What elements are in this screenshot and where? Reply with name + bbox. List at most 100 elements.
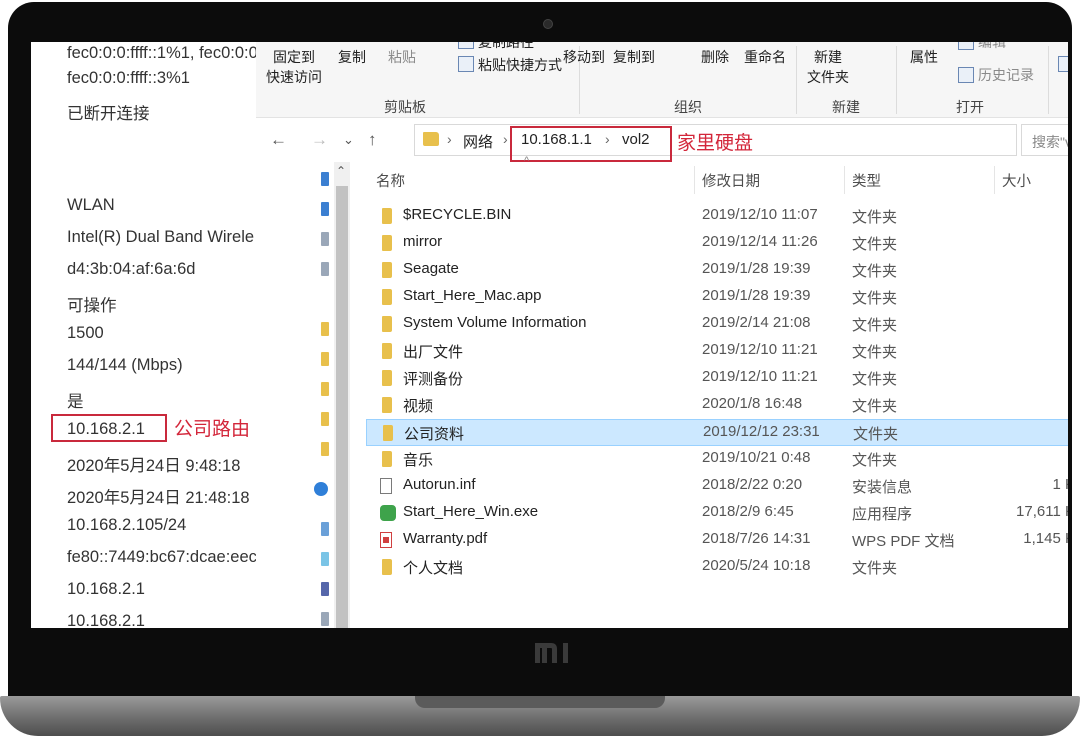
folder-icon (382, 262, 392, 278)
folder-icon[interactable] (321, 352, 329, 366)
new-folder-button[interactable]: 新建 文件夹 (807, 47, 849, 87)
history-icon (958, 67, 974, 83)
file-name: $RECYCLE.BIN (403, 206, 512, 223)
file-row[interactable]: System Volume Information 2019/2/14 21:08… (366, 311, 1068, 338)
file-row[interactable]: 音乐 2019/10/21 0:48 文件夹 (366, 446, 1068, 473)
webcam-icon (543, 19, 553, 29)
file-row[interactable]: Start_Here_Mac.app 2019/1/28 19:39 文件夹 (366, 284, 1068, 311)
folder-icon (382, 208, 392, 224)
file-row[interactable]: 评测备份 2019/12/10 11:21 文件夹 (366, 365, 1068, 392)
address-bar[interactable]: › 网络 › 10.168.1.1 › vol2 家里硬盘 ⌄ ↻ (414, 124, 1017, 156)
downloads-icon[interactable] (321, 202, 329, 216)
file-modified-date: 2018/2/22 0:20 (702, 476, 803, 493)
group-open-label: 打开 (956, 99, 984, 115)
file-modified-date: 2019/1/28 19:39 (702, 287, 811, 304)
file-row[interactable]: Autorun.inf 2018/2/22 0:20 安装信息 1 KB (366, 473, 1068, 500)
network-detail-value: 是 (67, 393, 84, 411)
back-arrow-icon[interactable]: ← (270, 130, 287, 150)
address-highlight-box (510, 126, 672, 162)
file-row[interactable]: 视频 2020/1/8 16:48 文件夹 (366, 392, 1068, 419)
mi-logo (533, 641, 573, 672)
network-detail-value: fec0:0:0:ffff::3%1 (67, 69, 190, 87)
file-name: 评测备份 (403, 371, 464, 388)
file-row[interactable]: 公司资料 2019/12/12 23:31 文件夹 (366, 419, 1068, 446)
search-placeholder: 搜索"vol (1032, 134, 1068, 150)
this-pc-icon[interactable] (321, 522, 329, 536)
file-size: 1 KB (1052, 476, 1068, 493)
recent-locations-chevron-icon[interactable]: ⌄ (343, 132, 354, 148)
file-modified-date: 2020/1/8 16:48 (702, 395, 803, 412)
up-arrow-icon[interactable]: ↑ (368, 130, 377, 150)
copy-to-button[interactable]: 复制到 (613, 47, 655, 67)
file-list-header: ^ 名称 修改日期 类型 大小 (366, 155, 1068, 198)
file-modified-date: 2019/12/10 11:07 (702, 206, 818, 223)
file-name: 音乐 (403, 452, 434, 469)
pin-label-1: 固定到 (273, 49, 315, 65)
file-row[interactable]: Start_Here_Win.exe 2018/2/9 6:45 应用程序 17,61… (366, 500, 1068, 527)
network-detail-value: WLAN (67, 196, 115, 214)
edit-button[interactable]: 编辑 (978, 42, 1006, 52)
paste-shortcut-button[interactable]: 粘贴快捷方式 (478, 55, 562, 75)
file-modified-date: 2019/12/10 11:21 (702, 368, 818, 385)
delete-button[interactable]: 删除 (701, 47, 729, 67)
column-divider[interactable] (694, 166, 695, 194)
drive-folder-icon (423, 132, 439, 146)
folder-icon[interactable] (321, 322, 329, 336)
file-row[interactable]: Seagate 2019/1/28 19:39 文件夹 (366, 257, 1068, 284)
group-clipboard-label: 剪贴板 (384, 99, 426, 115)
onedrive-icon[interactable] (314, 482, 328, 496)
pin-to-quick-access-button[interactable]: 固定到 快速访问 (266, 47, 322, 87)
file-modified-date: 2018/7/26 14:31 (702, 530, 811, 547)
network-detail-value: d4:3b:04:af:6a:6d (67, 260, 196, 278)
copy-path-button[interactable]: 复制路径 (478, 42, 534, 52)
network-detail-value: 10.168.2.105/24 (67, 516, 187, 534)
move-to-button[interactable]: 移动到 (563, 47, 605, 67)
column-divider[interactable] (844, 166, 845, 194)
documents-icon[interactable] (321, 232, 329, 246)
pictures-icon[interactable] (321, 612, 329, 626)
pictures-icon[interactable] (321, 262, 329, 276)
file-name: mirror (403, 233, 443, 250)
scroll-up-arrow-icon[interactable]: ⌃ (336, 164, 346, 178)
file-row[interactable]: mirror 2019/12/14 11:26 文件夹 (366, 230, 1068, 257)
inf-file-icon (380, 478, 392, 494)
network-detail-value: 144/144 (Mbps) (67, 356, 183, 374)
file-type: 文件夹 (853, 426, 899, 443)
column-name-header[interactable]: 名称 (376, 170, 405, 191)
column-size-header[interactable]: 大小 (1002, 170, 1031, 191)
folder-icon[interactable] (321, 442, 329, 456)
file-type: 文件夹 (852, 290, 898, 307)
folder-icon (382, 451, 392, 467)
history-button[interactable]: 历史记录 (978, 65, 1034, 85)
folder-icon[interactable] (321, 412, 329, 426)
quick-access-icon[interactable] (321, 172, 329, 186)
column-type-header[interactable]: 类型 (852, 170, 881, 191)
copy-button[interactable]: 复制 (338, 47, 366, 67)
breadcrumb-network[interactable]: 网络 (463, 131, 493, 152)
folder-icon (382, 235, 392, 251)
videos-icon[interactable] (321, 582, 329, 596)
group-organize-label: 组织 (674, 99, 702, 115)
network-detail-value: 可操作 (67, 297, 117, 315)
file-row[interactable]: 出厂文件 2019/12/10 11:21 文件夹 (366, 338, 1068, 365)
column-divider[interactable] (994, 166, 995, 194)
file-type: 文件夹 (852, 371, 898, 388)
screen: fec0:0:0:ffff::1%1, fec0:0:0: fec0:0:0:ff… (31, 42, 1068, 628)
column-date-header[interactable]: 修改日期 (702, 170, 760, 191)
file-modified-date: 2019/12/12 23:31 (703, 423, 820, 440)
file-row[interactable]: Warranty.pdf 2018/7/26 14:31 WPS PDF 文档 1,1… (366, 527, 1068, 554)
file-size: 1,145 KB (1023, 530, 1068, 547)
file-row[interactable]: 个人文档 2020/5/24 10:18 文件夹 (366, 554, 1068, 581)
router-annotation: 公司路由 (174, 419, 251, 440)
file-row[interactable]: $RECYCLE.BIN 2019/12/10 11:07 文件夹 (366, 203, 1068, 230)
paste-button[interactable]: 粘贴 (388, 47, 416, 67)
forward-arrow-icon[interactable]: → (311, 130, 328, 150)
home-disk-annotation: 家里硬盘 (677, 133, 754, 154)
3d-objects-icon[interactable] (321, 552, 329, 566)
folder-icon[interactable] (321, 382, 329, 396)
rename-button[interactable]: 重命名 (744, 47, 786, 67)
properties-button[interactable]: 属性 (910, 47, 938, 67)
search-input[interactable]: 搜索"vol (1021, 124, 1068, 156)
file-type: 文件夹 (852, 398, 898, 415)
navigation-scrollbar-thumb[interactable] (336, 186, 348, 628)
